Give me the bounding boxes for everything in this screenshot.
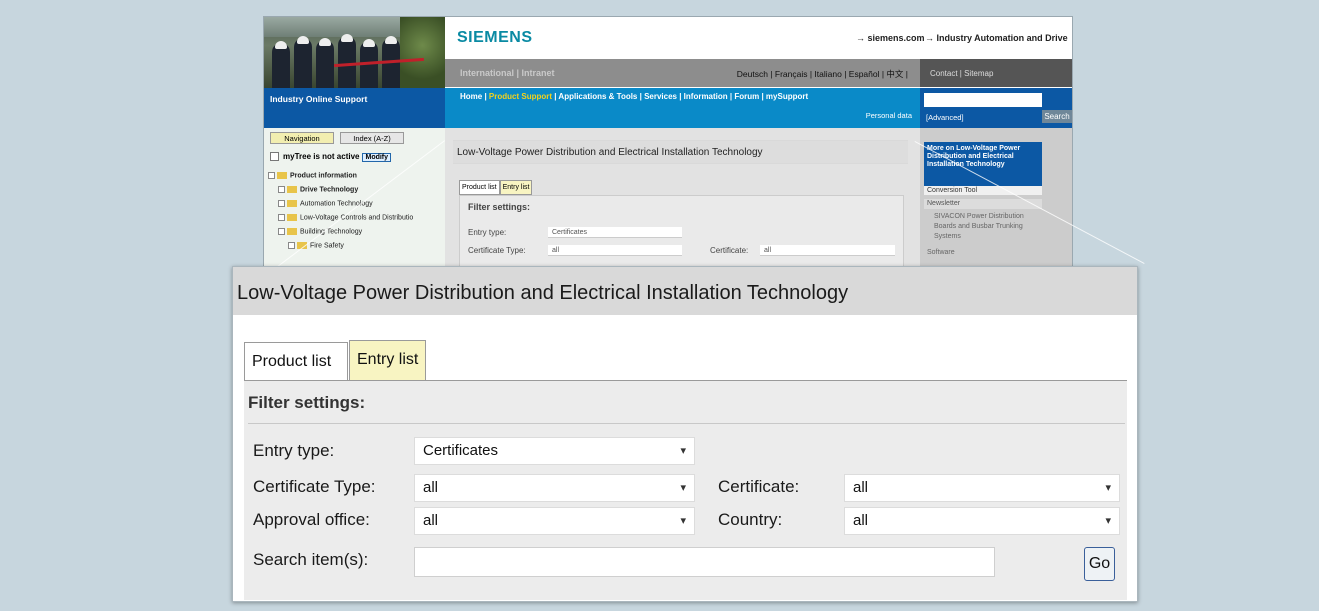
content-miniature: Low-Voltage Power Distribution and Elect… [445,128,920,285]
folder-icon [287,214,297,221]
tree-item[interactable]: Drive Technology [278,186,358,193]
tab-entry-list[interactable]: Entry list [349,340,426,380]
more-on-link[interactable]: More on Low-Voltage Power Distribution a… [924,142,1042,186]
zoom-panel: Low-Voltage Power Distribution and Elect… [232,266,1138,602]
software-item[interactable]: Software [924,248,1042,257]
siemens-com-link[interactable]: → siemens.com [856,33,925,43]
divider [248,423,1125,424]
mini-page-title: Low-Voltage Power Distribution and Elect… [453,141,908,163]
header-photo [264,17,445,88]
folder-icon [277,172,287,179]
search-items-label: Search item(s): [253,550,369,569]
certificate-select[interactable]: all ▾ [844,474,1120,502]
advanced-search-link[interactable]: [Advanced] [926,113,964,122]
go-button[interactable]: Go [1084,547,1115,581]
page-title: Low-Voltage Power Distribution and Elect… [237,282,849,304]
folder-icon [287,186,297,193]
tree-item[interactable]: Product information [268,172,357,179]
chevron-down-icon: ▾ [1105,515,1111,527]
chevron-down-icon: ▾ [680,445,686,457]
main-nav-links[interactable]: Home | Product Support | Applications & … [460,92,808,101]
tab-product-list[interactable]: Product list [244,342,348,380]
mini-tabs: Product list Entry list [459,180,533,195]
site-search-input[interactable] [924,93,1042,107]
conversion-tool-link[interactable]: Conversion Tool [924,186,1042,195]
mytree-status: myTree is not active Modify [270,152,410,162]
certificate-type-label: Certificate Type: [253,477,376,496]
language-links[interactable]: Deutsch | Français | Italiano | Español … [737,68,908,80]
contact-bar: Contact | Sitemap [920,59,1072,87]
nav-product-support[interactable]: Product Support [489,92,552,101]
site-search-button[interactable]: Search [1042,110,1072,123]
tab-navigation[interactable]: Navigation [270,132,334,144]
sivacon-link[interactable]: SIVACON Power Distribution Boards and Bu… [934,212,1044,242]
entry-type-select[interactable]: Certificates ▾ [414,437,695,465]
certificate-label: Certificate: [718,477,800,496]
language-bar: International | Intranet Deutsch | Franç… [445,59,920,87]
top-bar: SIEMENS → siemens.com → Industry Automat… [445,17,1072,59]
personal-data-link[interactable]: Personal data [866,111,912,120]
certificate-type-select[interactable]: all ▾ [414,474,695,502]
page-title-bar: Low-Voltage Power Distribution and Elect… [233,267,1137,315]
mini-cert-type-select[interactable]: all [548,245,682,256]
approval-office-label: Approval office: [253,510,370,529]
entry-type-label: Entry type: [253,441,335,460]
folder-icon [287,228,297,235]
chevron-down-icon: ▾ [680,515,686,527]
right-sidebar: More on Low-Voltage Power Distribution a… [920,128,1072,285]
country-label: Country: [718,510,783,529]
mytree-checkbox[interactable] [270,152,279,162]
main-nav: Home | Product Support | Applications & … [445,88,920,128]
industry-automation-link[interactable]: → Industry Automation and Drive [925,33,1068,43]
chevron-down-icon: ▾ [1105,482,1111,494]
mini-cert-select[interactable]: all [760,245,895,256]
chevron-down-icon: ▾ [680,482,686,494]
section-title: Industry Online Support [270,94,368,104]
tree-item[interactable]: Fire Safety [288,242,344,249]
international-intranet[interactable]: International | Intranet [460,68,555,78]
mini-entry-type-select[interactable]: Certificates [548,227,682,238]
folder-icon [287,200,297,207]
section-header: Industry Online Support [264,88,445,128]
background-screenshot: SIEMENS → siemens.com → Industry Automat… [263,16,1073,286]
tab-index[interactable]: Index (A-Z) [340,132,404,144]
modify-button[interactable]: Modify [362,153,392,162]
siemens-logo: SIEMENS [457,29,533,46]
contact-sitemap-link[interactable]: Contact | Sitemap [930,69,993,78]
filter-panel: Filter settings: Entry type: Certificate… [244,380,1127,600]
search-items-input[interactable] [414,547,995,577]
site-search: [Advanced] Search [920,88,1072,128]
approval-office-select[interactable]: all ▾ [414,507,695,535]
country-select[interactable]: all ▾ [844,507,1120,535]
filter-heading: Filter settings: [248,393,366,412]
